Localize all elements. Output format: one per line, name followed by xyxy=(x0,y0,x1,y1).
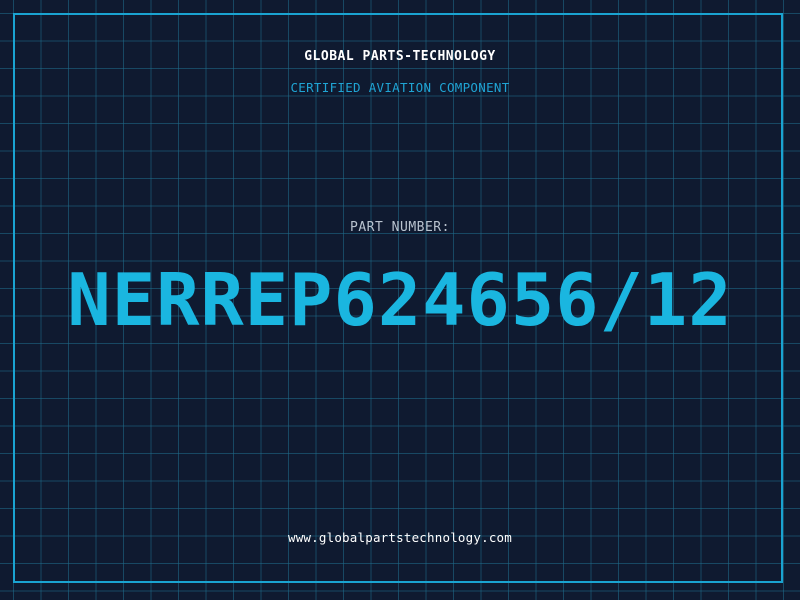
part-number-value: NERREP624656/12 xyxy=(67,258,733,342)
brand-name: GLOBAL PARTS-TECHNOLOGY xyxy=(304,49,496,64)
website-url: www.globalpartstechnology.com xyxy=(287,530,513,545)
part-number-label: PART NUMBER: xyxy=(350,220,450,235)
part-card: GLOBAL PARTS-TECHNOLOGY CERTIFIED AVIATI… xyxy=(0,0,800,600)
brand-tagline: CERTIFIED AVIATION COMPONENT xyxy=(290,80,510,95)
